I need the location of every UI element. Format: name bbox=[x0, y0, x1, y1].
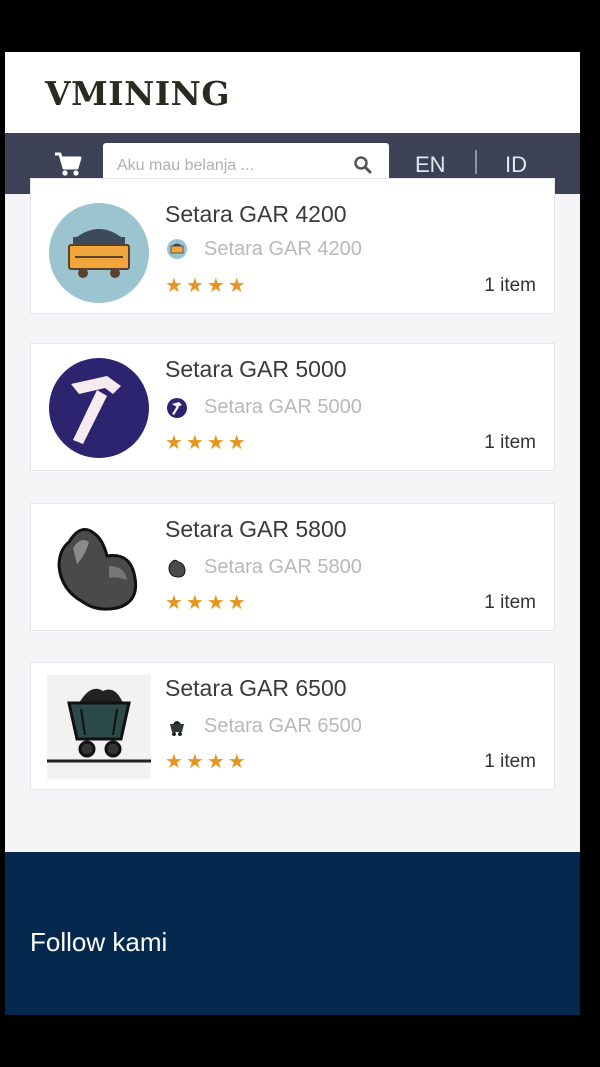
item-count: 1 item bbox=[484, 275, 536, 296]
cart-icon[interactable] bbox=[54, 151, 82, 177]
search-icon[interactable] bbox=[353, 155, 373, 175]
product-title[interactable]: Setara GAR 5000 bbox=[165, 356, 347, 383]
lang-en-link[interactable]: EN bbox=[415, 152, 446, 178]
coal-lump-icon bbox=[57, 528, 138, 611]
coal-cart-icon bbox=[49, 203, 149, 303]
rating-stars: ★★★★ bbox=[165, 751, 249, 773]
product-title[interactable]: Setara GAR 6500 bbox=[165, 675, 347, 702]
rating-stars: ★★★★ bbox=[165, 275, 249, 297]
coal-cart-icon bbox=[167, 239, 187, 259]
product-title[interactable]: Setara GAR 5800 bbox=[165, 516, 347, 543]
hammer-icon bbox=[49, 358, 149, 458]
coal-lump-icon bbox=[168, 559, 186, 578]
mine-cart-icon bbox=[47, 675, 151, 779]
app-screen: VMINING EN ID Seta bbox=[5, 52, 580, 1015]
item-count: 1 item bbox=[484, 751, 536, 772]
product-card[interactable]: Setara GAR 4200 Setara GAR 4200 ★★★★ 1 i… bbox=[30, 178, 555, 314]
hammer-icon bbox=[167, 398, 187, 418]
mine-cart-icon bbox=[170, 721, 184, 736]
rating-stars: ★★★★ bbox=[165, 432, 249, 454]
product-subtitle: Setara GAR 4200 bbox=[204, 238, 362, 260]
footer: Follow kami bbox=[5, 852, 580, 1015]
product-title[interactable]: Setara GAR 4200 bbox=[165, 201, 347, 228]
product-card[interactable]: Setara GAR 5800 Setara GAR 5800 ★★★★ 1 i… bbox=[30, 503, 555, 631]
lang-id-link[interactable]: ID bbox=[505, 152, 527, 178]
product-card[interactable]: Setara GAR 6500 Setara GAR 6500 ★★★★ 1 i… bbox=[30, 662, 555, 790]
lang-separator bbox=[475, 150, 477, 174]
rating-stars: ★★★★ bbox=[165, 592, 249, 614]
product-card[interactable]: Setara GAR 5000 Setara GAR 5000 ★★★★ 1 i… bbox=[30, 343, 555, 471]
logo[interactable]: VMINING bbox=[45, 74, 230, 113]
product-subtitle: Setara GAR 5000 bbox=[204, 396, 362, 418]
follow-heading: Follow kami bbox=[30, 927, 168, 957]
product-subtitle: Setara GAR 5800 bbox=[204, 556, 362, 578]
header: VMINING bbox=[5, 52, 580, 133]
item-count: 1 item bbox=[484, 592, 536, 613]
product-subtitle: Setara GAR 6500 bbox=[204, 715, 362, 737]
item-count: 1 item bbox=[484, 432, 536, 453]
